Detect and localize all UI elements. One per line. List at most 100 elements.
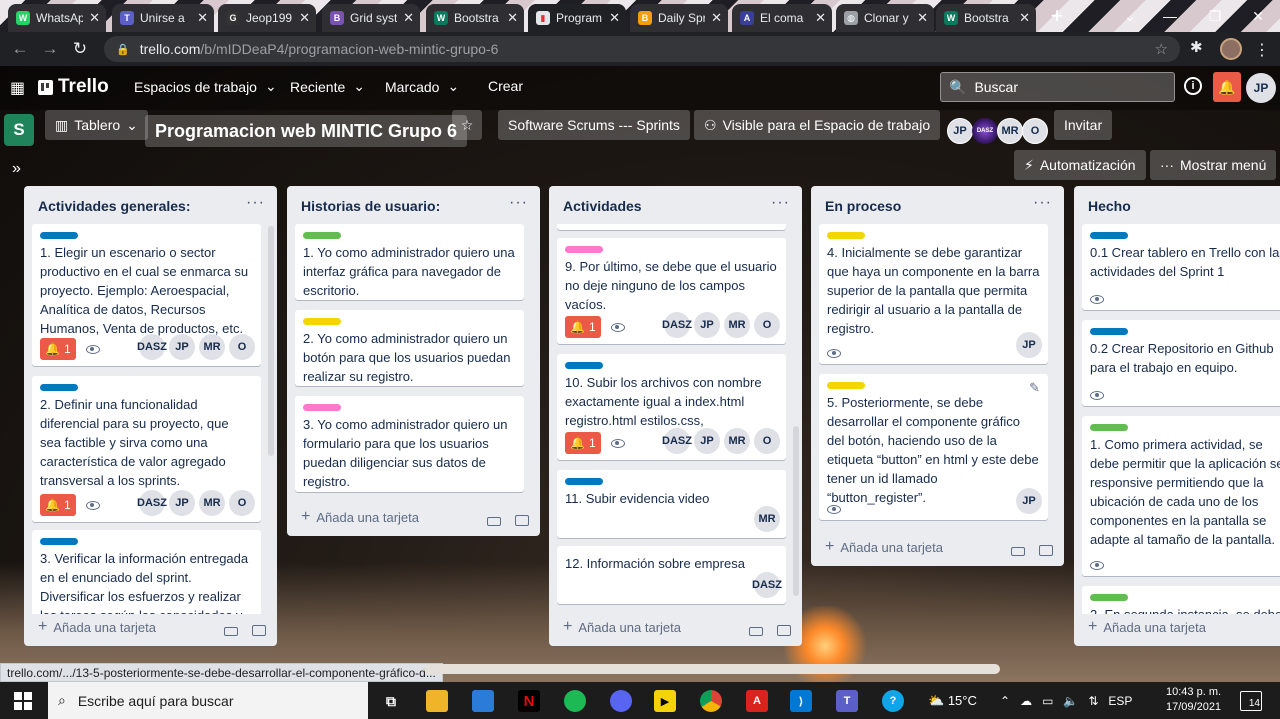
- card[interactable]: 4. Inicialmente se debe garantizar que h…: [819, 224, 1048, 364]
- close-icon[interactable]: ✕: [299, 10, 310, 26]
- chrome-icon[interactable]: [700, 690, 722, 712]
- url-field[interactable]: 🔒 trello.com/b/mIDDeaP4/programacion-web…: [104, 36, 1180, 62]
- board-title[interactable]: Programacion web MINTIC Grupo 6: [145, 115, 468, 147]
- member-avatar[interactable]: JP: [947, 118, 973, 144]
- list-title[interactable]: En proceso: [825, 198, 901, 214]
- help-icon[interactable]: ?: [882, 690, 904, 712]
- tab-github[interactable]: G Jeop199 ✕: [218, 4, 316, 32]
- card[interactable]: 1. Yo como administrador quiero una inte…: [295, 224, 524, 300]
- close-icon[interactable]: ✕: [197, 10, 208, 26]
- card-template-icon[interactable]: [749, 627, 763, 636]
- card[interactable]: 2. Yo como administrador quiero un botón…: [295, 310, 524, 386]
- recent-menu[interactable]: Reciente ⌄: [290, 78, 365, 95]
- star-board-button[interactable]: ☆: [452, 110, 482, 140]
- vscode-icon[interactable]: ⟩: [790, 690, 812, 712]
- card-template-icon[interactable]: [1039, 545, 1053, 556]
- workspace-button[interactable]: Software Scrums --- Sprints: [498, 110, 690, 140]
- list-title[interactable]: Actividades generales:: [38, 198, 191, 214]
- list-scrollbar[interactable]: [793, 426, 799, 596]
- card-template-icon[interactable]: [777, 625, 791, 636]
- list-title[interactable]: Historias de usuario:: [301, 198, 440, 214]
- expand-sidebar-icon[interactable]: »: [12, 160, 21, 178]
- card[interactable]: 5. Posteriormente, se debe desarrollar e…: [819, 374, 1048, 520]
- card-template-icon[interactable]: [252, 625, 266, 636]
- taskbar-clock[interactable]: 10:43 p. m. 17/09/2021: [1166, 685, 1221, 715]
- card[interactable]: 3. Verificar la información entregada en…: [32, 530, 261, 614]
- tab-bootstrap-1[interactable]: W Bootstra ✕: [426, 4, 524, 32]
- netflix-icon[interactable]: N: [518, 690, 540, 712]
- list-menu-icon[interactable]: ···: [246, 194, 265, 212]
- add-card-button[interactable]: + Añada una tarjeta: [563, 618, 681, 636]
- weather-widget[interactable]: ⛅ 15°C: [928, 682, 977, 719]
- list-title[interactable]: Hecho: [1088, 198, 1131, 214]
- card[interactable]: 1. Elegir un escenario o sector producti…: [32, 224, 261, 366]
- task-view-icon[interactable]: ⧉: [380, 690, 402, 712]
- automation-button[interactable]: ⚡ Automatización: [1014, 150, 1146, 180]
- tab-bootstrap-2[interactable]: W Bootstra ✕: [936, 4, 1036, 32]
- list-menu-icon[interactable]: ···: [771, 194, 790, 212]
- cloud-icon[interactable]: ☁: [1020, 694, 1032, 708]
- close-icon[interactable]: ✕: [609, 10, 620, 26]
- battery-icon[interactable]: ▭: [1042, 694, 1053, 708]
- forward-arrow-icon[interactable]: →: [38, 37, 62, 61]
- card-template-icon[interactable]: [515, 515, 529, 526]
- search-input[interactable]: [974, 79, 1165, 95]
- back-arrow-icon[interactable]: ←: [8, 37, 32, 61]
- bookmark-star-icon[interactable]: ☆: [1155, 40, 1168, 58]
- card[interactable]: 2. En segunda instancia, se debe: [1082, 586, 1280, 614]
- taskbar-search[interactable]: ⌕: [48, 682, 368, 719]
- create-button[interactable]: Crear: [488, 78, 523, 94]
- board-horizontal-scrollbar[interactable]: [424, 664, 1000, 674]
- browser-profile-avatar[interactable]: [1220, 38, 1242, 60]
- maximize-button[interactable]: ❐: [1195, 2, 1235, 30]
- tab-daily-sprint[interactable]: B Daily Spr ✕: [630, 4, 728, 32]
- close-icon[interactable]: ✕: [89, 10, 100, 26]
- notification-center-icon[interactable]: 14: [1240, 691, 1262, 711]
- add-card-button[interactable]: + Añada una tarjeta: [301, 508, 419, 526]
- card[interactable]: 9. Por último, se debe que el usuario no…: [557, 238, 786, 344]
- card[interactable]: 0.2 Crear Repositorio en Github para el …: [1082, 320, 1280, 406]
- tab-whatsapp[interactable]: WWhatsApp✕: [8, 4, 106, 32]
- list-menu-icon[interactable]: ···: [509, 194, 528, 212]
- file-explorer-icon[interactable]: [426, 690, 448, 712]
- close-icon[interactable]: ✕: [403, 10, 414, 26]
- taskbar-search-input[interactable]: [77, 692, 338, 709]
- acrobat-icon[interactable]: A: [746, 690, 768, 712]
- card-partial[interactable]: [557, 224, 786, 230]
- board-view-switcher[interactable]: ▥ Tablero ⌄: [45, 110, 148, 140]
- list-title[interactable]: Actividades: [563, 198, 642, 214]
- network-icon[interactable]: ⇅: [1088, 694, 1098, 708]
- browser-menu-icon[interactable]: ⋮: [1254, 40, 1270, 60]
- store-icon[interactable]: [472, 690, 494, 712]
- card-template-icon[interactable]: [224, 627, 238, 636]
- spotify-icon[interactable]: [564, 690, 586, 712]
- tab-clonar[interactable]: ◍ Clonar y ✕: [836, 4, 934, 32]
- tab-trello-active[interactable]: ▮ Program ✕: [528, 4, 626, 32]
- tab-el-comando[interactable]: A El coma ✕: [732, 4, 832, 32]
- close-window-button[interactable]: ✕: [1238, 2, 1278, 30]
- list-scrollbar[interactable]: [268, 226, 274, 456]
- member-avatar[interactable]: O: [1022, 118, 1048, 144]
- teams-icon[interactable]: T: [836, 690, 858, 712]
- starred-menu[interactable]: Marcado ⌄: [385, 78, 459, 95]
- reload-icon[interactable]: ↻: [68, 37, 92, 61]
- edit-pencil-icon[interactable]: ✎: [1029, 380, 1040, 396]
- notifications-bell-button[interactable]: 🔔: [1213, 72, 1241, 102]
- card[interactable]: 11. Subir evidencia video MR: [557, 470, 786, 538]
- trello-logo[interactable]: Trello: [38, 76, 109, 98]
- search-box[interactable]: 🔍: [940, 72, 1175, 102]
- card-template-icon[interactable]: [487, 517, 501, 526]
- workspace-badge[interactable]: S: [4, 114, 34, 146]
- chevron-up-icon[interactable]: ⌃: [1000, 694, 1010, 708]
- volume-icon[interactable]: 🔈: [1063, 694, 1078, 708]
- minimize-button[interactable]: —: [1150, 2, 1190, 30]
- card-template-icon[interactable]: [1011, 547, 1025, 556]
- extensions-puzzle-icon[interactable]: ✱: [1190, 38, 1203, 56]
- add-card-button[interactable]: + Añada una tarjeta: [1088, 618, 1206, 636]
- tab-teams[interactable]: T Unirse a ✕: [112, 4, 214, 32]
- card[interactable]: 12. Información sobre empresa DASZ: [557, 546, 786, 604]
- workspaces-menu[interactable]: Espacios de trabajo ⌄: [134, 78, 277, 95]
- tab-search-icon[interactable]: ⌄: [1110, 2, 1150, 30]
- tab-bootstrap-grid[interactable]: B Grid syst ✕: [322, 4, 420, 32]
- language-indicator[interactable]: ESP: [1108, 694, 1132, 708]
